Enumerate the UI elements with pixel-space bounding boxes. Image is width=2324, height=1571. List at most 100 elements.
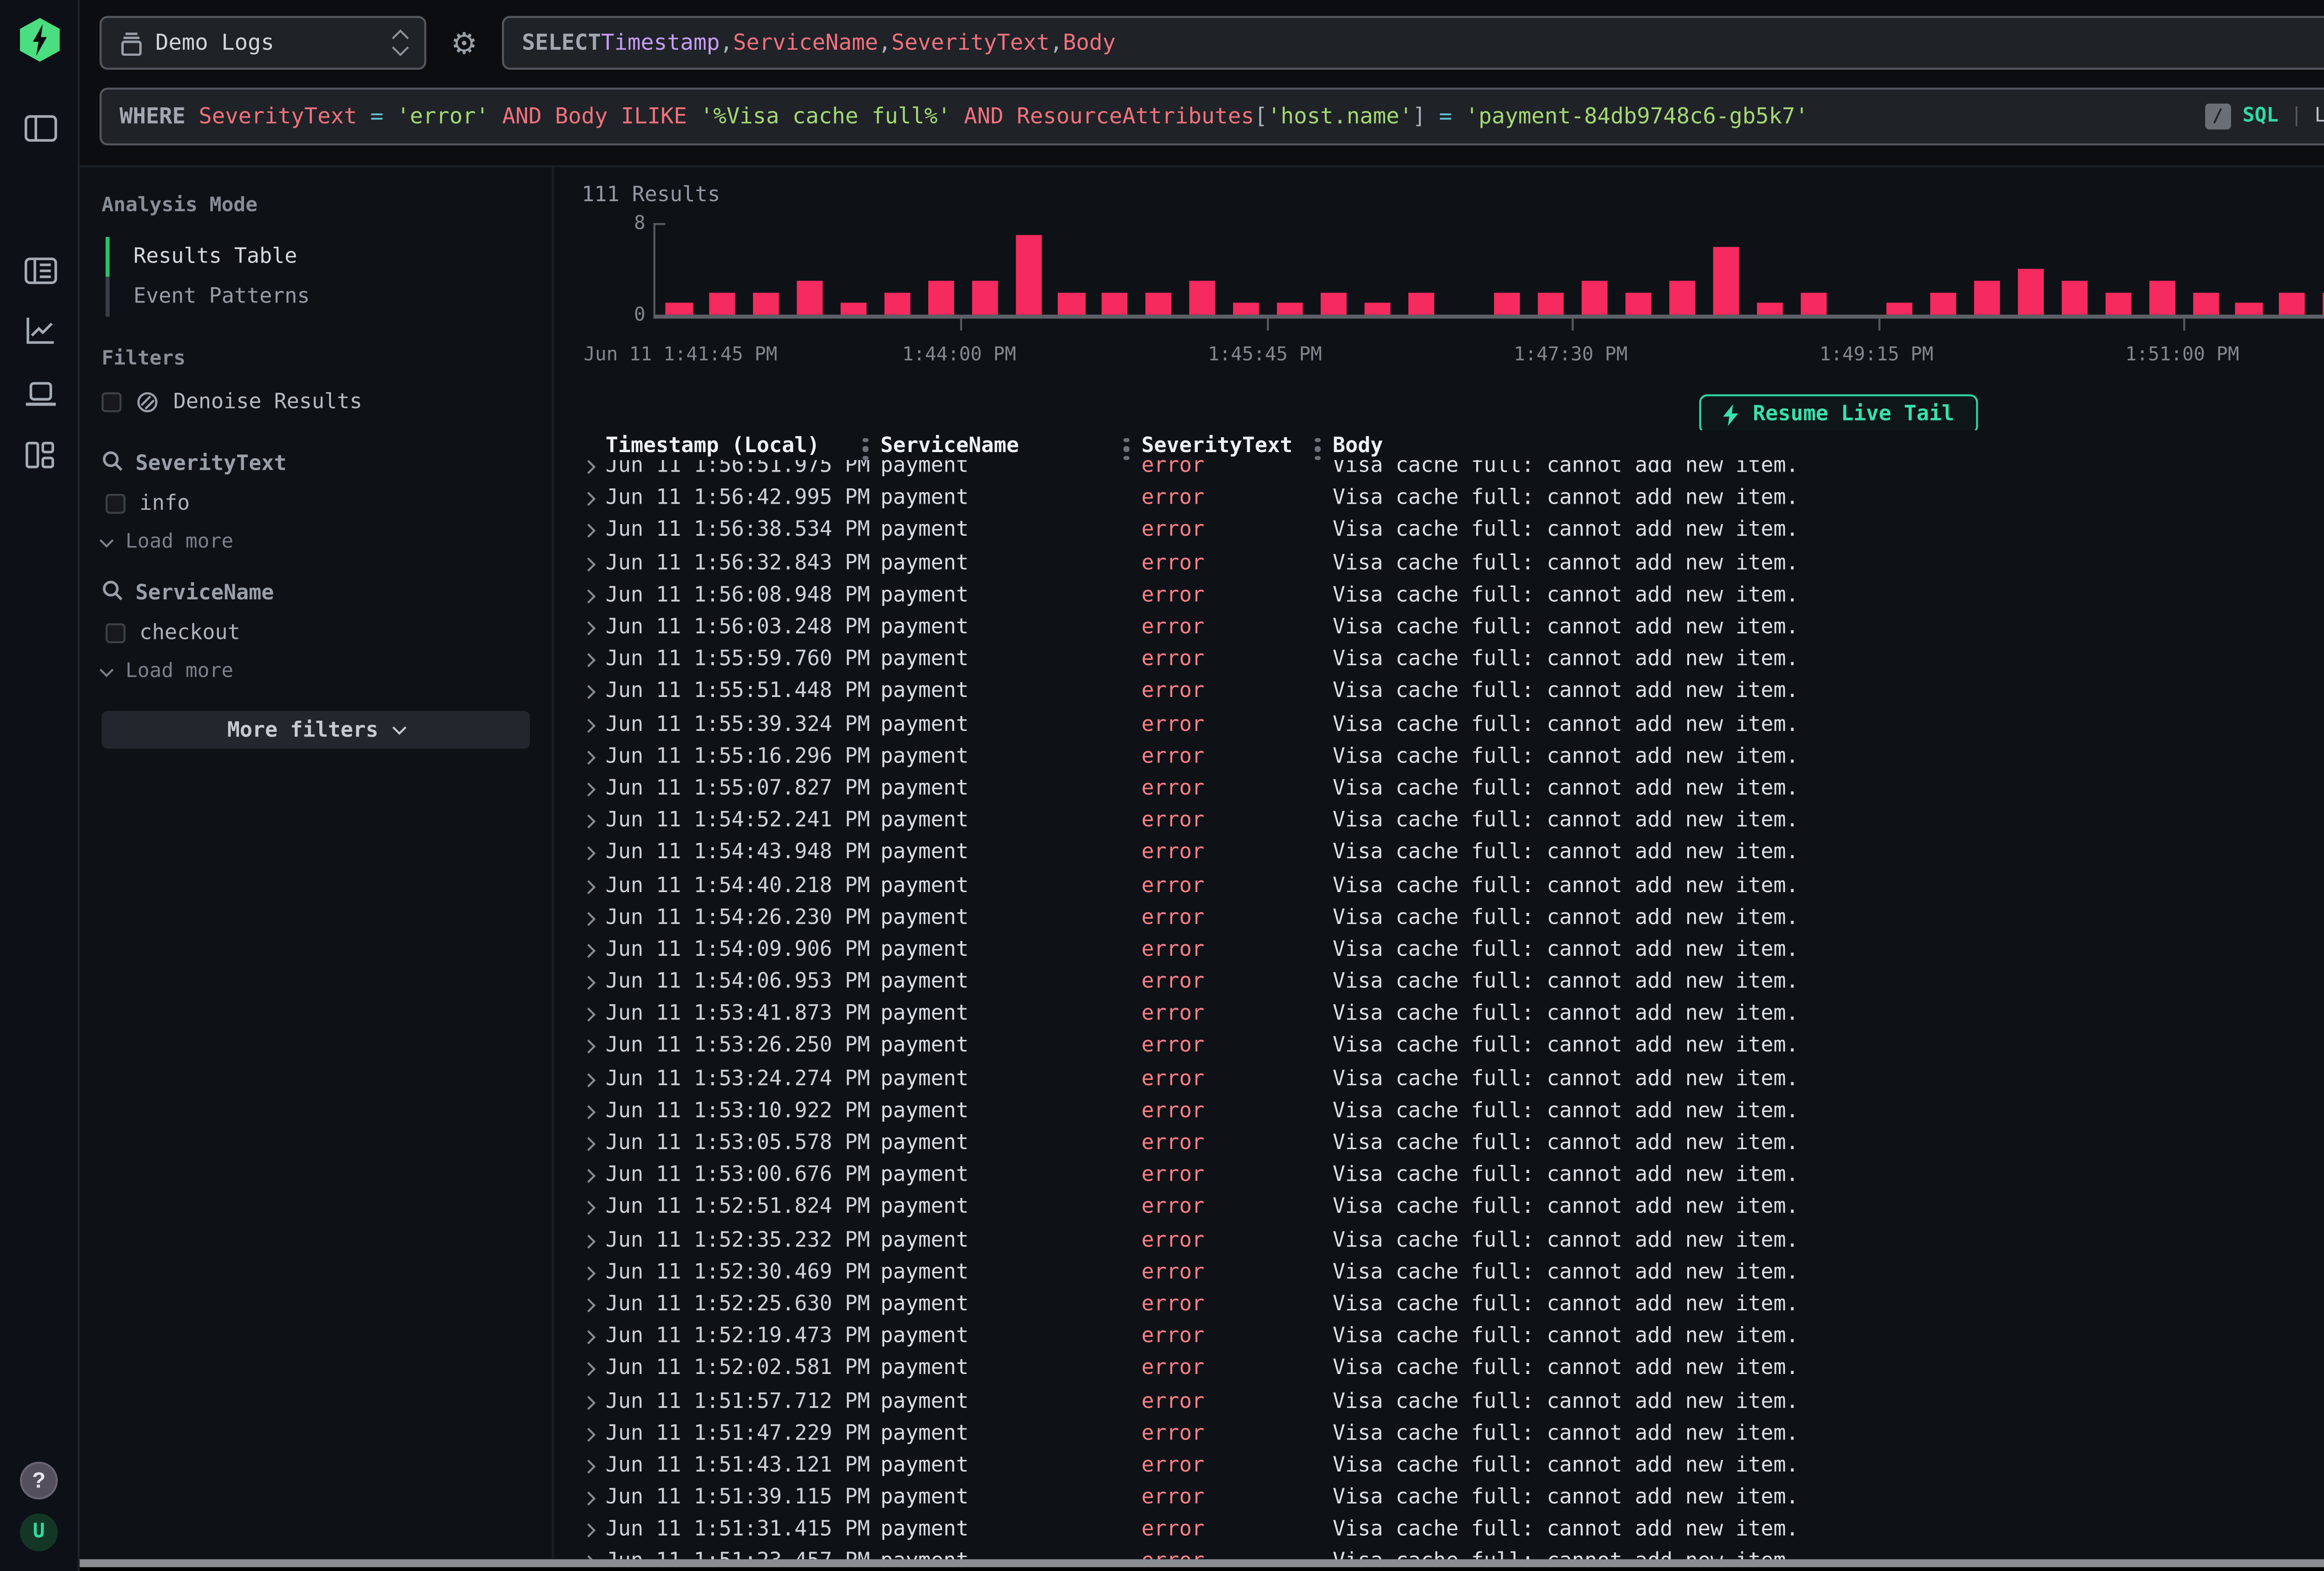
log-row[interactable]: Jun 11 1:51:43.121 PMpaymenterrorVisa ca… (578, 1449, 2324, 1481)
histogram-bar[interactable] (1887, 303, 1913, 315)
row-expand-chevron-icon[interactable] (578, 551, 606, 575)
log-row[interactable]: Jun 11 1:52:51.824 PMpaymenterrorVisa ca… (578, 1191, 2324, 1223)
user-avatar[interactable]: U (20, 1513, 58, 1551)
histogram-bar[interactable] (1102, 292, 1128, 315)
source-settings-gear-icon[interactable]: ⚙ (444, 16, 484, 70)
row-expand-chevron-icon[interactable] (578, 1099, 606, 1123)
log-row[interactable]: Jun 11 1:53:41.873 PMpaymenterrorVisa ca… (578, 998, 2324, 1030)
filter-option[interactable]: info (106, 492, 530, 516)
histogram-bar[interactable] (1931, 292, 1957, 315)
histogram-bar[interactable] (1276, 303, 1302, 315)
histogram-bar[interactable] (2279, 292, 2305, 315)
histogram-bar[interactable] (2061, 280, 2087, 315)
log-row[interactable]: Jun 11 1:53:26.250 PMpaymenterrorVisa ca… (578, 1030, 2324, 1062)
log-row[interactable]: Jun 11 1:56:42.995 PMpaymenterrorVisa ca… (578, 482, 2324, 514)
row-expand-chevron-icon[interactable] (578, 1163, 606, 1187)
histogram-bar[interactable] (2105, 292, 2131, 315)
log-row[interactable]: Jun 11 1:51:39.115 PMpaymenterrorVisa ca… (578, 1482, 2324, 1514)
row-expand-chevron-icon[interactable] (578, 1421, 606, 1445)
log-row[interactable]: Jun 11 1:56:08.948 PMpaymenterrorVisa ca… (578, 579, 2324, 611)
row-expand-chevron-icon[interactable] (578, 776, 606, 800)
row-expand-chevron-icon[interactable] (578, 1034, 606, 1058)
row-expand-chevron-icon[interactable] (578, 1325, 606, 1348)
log-row[interactable]: Jun 11 1:52:35.232 PMpaymenterrorVisa ca… (578, 1224, 2324, 1256)
row-expand-chevron-icon[interactable] (578, 970, 606, 994)
row-expand-chevron-icon[interactable] (578, 1518, 606, 1542)
query-language-toggle[interactable]: / SQL | Lucene (2205, 104, 2324, 130)
load-more-button[interactable]: Load more (102, 661, 530, 683)
row-expand-chevron-icon[interactable] (578, 809, 606, 833)
log-row[interactable]: Jun 11 1:51:47.229 PMpaymenterrorVisa ca… (578, 1417, 2324, 1449)
histogram-bar[interactable] (2018, 269, 2044, 315)
log-row[interactable]: Jun 11 1:54:26.230 PMpaymenterrorVisa ca… (578, 901, 2324, 933)
denoise-checkbox[interactable] (102, 392, 122, 412)
histogram-bar[interactable] (1146, 292, 1172, 315)
histogram-bar[interactable] (1713, 246, 1739, 315)
histogram-bar[interactable] (753, 292, 779, 315)
filter-checkbox[interactable] (106, 494, 125, 514)
log-row[interactable]: Jun 11 1:55:51.448 PMpaymenterrorVisa ca… (578, 676, 2324, 708)
histogram-bar[interactable] (666, 303, 692, 315)
select-query-input[interactable]: SELECT Timestamp, ServiceName, SeverityT… (502, 16, 2324, 70)
log-row[interactable]: Jun 11 1:55:16.296 PMpaymenterrorVisa ca… (578, 740, 2324, 772)
histogram-bar[interactable] (2236, 303, 2262, 315)
search-logs-icon[interactable] (0, 247, 79, 295)
sql-mode-option[interactable]: SQL (2243, 105, 2278, 127)
log-row[interactable]: Jun 11 1:56:03.248 PMpaymenterrorVisa ca… (578, 611, 2324, 643)
histogram-bar[interactable] (1015, 235, 1041, 315)
histogram-bar[interactable] (840, 303, 866, 315)
log-row[interactable]: Jun 11 1:53:24.274 PMpaymenterrorVisa ca… (578, 1063, 2324, 1095)
row-expand-chevron-icon[interactable] (578, 1486, 606, 1510)
column-header-severitytext[interactable]: SeverityText (1142, 433, 1333, 457)
log-row[interactable]: Jun 11 1:52:02.581 PMpaymenterrorVisa ca… (578, 1353, 2324, 1385)
histogram-bar[interactable] (2149, 280, 2175, 315)
row-expand-chevron-icon[interactable] (578, 1196, 606, 1219)
histogram-bar[interactable] (1189, 280, 1215, 315)
log-row[interactable]: Jun 11 1:55:59.760 PMpaymenterrorVisa ca… (578, 644, 2324, 676)
row-expand-chevron-icon[interactable] (578, 1389, 606, 1413)
log-row[interactable]: Jun 11 1:52:19.473 PMpaymenterrorVisa ca… (578, 1321, 2324, 1353)
log-row[interactable]: Jun 11 1:54:43.948 PMpaymenterrorVisa ca… (578, 837, 2324, 869)
log-row[interactable]: Jun 11 1:54:40.218 PMpaymenterrorVisa ca… (578, 869, 2324, 901)
row-expand-chevron-icon[interactable] (578, 841, 606, 865)
log-row[interactable]: Jun 11 1:54:06.953 PMpaymenterrorVisa ca… (578, 966, 2324, 998)
row-expand-chevron-icon[interactable] (578, 1131, 606, 1155)
row-expand-chevron-icon[interactable] (578, 873, 606, 897)
column-header-timestamp[interactable]: Timestamp (Local) (606, 433, 880, 457)
row-expand-chevron-icon[interactable] (578, 1002, 606, 1026)
column-header-servicename[interactable]: ServiceName (880, 433, 1141, 457)
row-expand-chevron-icon[interactable] (578, 1228, 606, 1252)
log-row[interactable]: Jun 11 1:55:07.827 PMpaymenterrorVisa ca… (578, 772, 2324, 804)
row-expand-chevron-icon[interactable] (578, 583, 606, 607)
horizontal-scrollbar[interactable] (0, 1559, 2324, 1567)
row-expand-chevron-icon[interactable] (578, 615, 606, 639)
source-select[interactable]: Demo Logs (99, 16, 426, 70)
row-expand-chevron-icon[interactable] (578, 519, 606, 542)
resume-live-tail-button[interactable]: Resume Live Tail (1699, 394, 1978, 434)
row-expand-chevron-icon[interactable] (578, 680, 606, 703)
row-expand-chevron-icon[interactable] (578, 744, 606, 768)
more-filters-button[interactable]: More filters (102, 711, 530, 749)
column-header-body[interactable]: Body (1333, 433, 2324, 457)
lucene-mode-option[interactable]: Lucene (2314, 105, 2324, 127)
filter-option[interactable]: checkout (106, 621, 530, 645)
analysis-mode-option[interactable]: Event Patterns (106, 277, 530, 317)
row-expand-chevron-icon[interactable] (578, 1453, 606, 1477)
dashboards-icon[interactable] (0, 430, 79, 478)
row-expand-chevron-icon[interactable] (578, 1357, 606, 1380)
row-expand-chevron-icon[interactable] (578, 1260, 606, 1284)
histogram-bar[interactable] (1669, 280, 1695, 315)
row-expand-chevron-icon[interactable] (578, 1550, 606, 1559)
histogram-bar[interactable] (1800, 292, 1826, 315)
histogram-bar[interactable] (971, 280, 997, 315)
histogram-bar[interactable] (1495, 292, 1521, 315)
histogram-bar[interactable] (710, 292, 736, 315)
row-expand-chevron-icon[interactable] (578, 712, 606, 736)
log-row[interactable]: Jun 11 1:51:31.415 PMpaymenterrorVisa ca… (578, 1514, 2324, 1546)
histogram-bar[interactable] (797, 280, 823, 315)
column-drag-handle-icon[interactable] (1315, 437, 1320, 460)
denoise-results-option[interactable]: Denoise Results (102, 390, 530, 414)
histogram-bar[interactable] (928, 280, 954, 315)
histogram-bar[interactable] (2192, 292, 2218, 315)
log-row[interactable]: Jun 11 1:52:25.630 PMpaymenterrorVisa ca… (578, 1288, 2324, 1320)
